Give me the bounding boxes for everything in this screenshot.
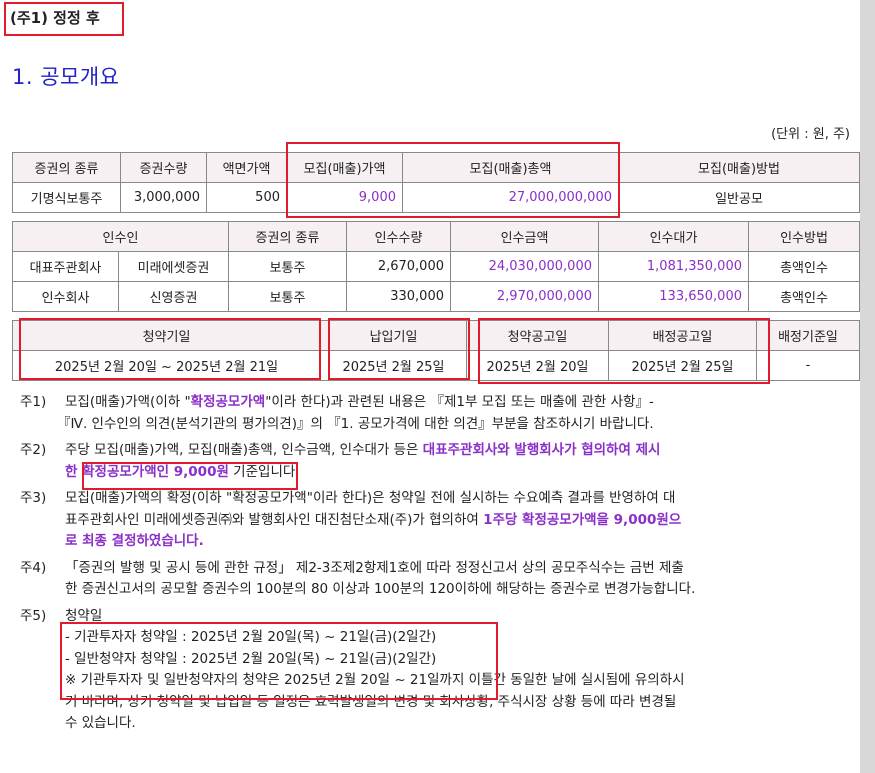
correction-tag-highlight (4, 2, 124, 36)
table-cell: 133,650,000 (598, 281, 749, 312)
table-cell: 총액인수 (748, 281, 860, 312)
table-cell: 미래에셋증권 (118, 251, 229, 282)
note-marker: 주4) (20, 559, 47, 576)
col-header: 액면가액 (206, 152, 287, 183)
table-cell: 330,000 (346, 281, 451, 312)
announcement-dates-highlight (478, 318, 770, 384)
note-highlight: 로 최종 결정하였습니다. (65, 533, 204, 549)
col-header: 배정기준일 (756, 320, 860, 351)
table-cell: 총액인수 (748, 251, 860, 282)
note-4: 주4) 「증권의 발행 및 공시 등에 관한 규정」 제2-3조제2항제1호에 … (20, 558, 800, 601)
note-text: 모집(매출)가액의 확정(이하 "확정공모가액"이라 한다)은 청약일 전에 실… (65, 490, 676, 506)
table-cell: 24,030,000,000 (450, 251, 599, 282)
payment-date-highlight (328, 318, 470, 380)
col-header: 모집(매출)방법 (618, 152, 860, 183)
note-text: 표주관회사인 미래에셋증권㈜와 발행회사인 대진첨단소재(주)가 협의하여 (65, 511, 484, 528)
table-cell: 인수회사 (12, 281, 119, 312)
note-text: 한 증권신고서의 공모할 증권수의 100분의 80 이상과 100분의 120… (65, 581, 696, 597)
note-text: 주당 모집(매출)가액, 모집(매출)총액, 인수금액, 인수대가 등은 (65, 442, 423, 458)
underwriter-table: 인수인 증권의 종류 인수수량 인수금액 인수대가 인수방법 대표주관회사 미래… (12, 221, 860, 312)
note-highlight: 1주당 확정공모가액을 9,000원으 (483, 511, 682, 528)
note-highlight: 확정공모가액 (190, 394, 266, 410)
section-title: 1. 공모개요 (12, 65, 120, 89)
note-text: 수 있습니다. (65, 715, 136, 731)
table-cell: 보통주 (228, 281, 347, 312)
table-cell: 신영증권 (118, 281, 229, 312)
note-text: 모집(매출)가액(이하 " (65, 394, 191, 410)
note-text: "이라 한다)과 관련된 내용은 『제1부 모집 또는 매출에 관한 사항』- (265, 394, 654, 410)
unit-label: (단위 : 원, 주) (771, 127, 850, 142)
table-cell: 기명식보통주 (12, 182, 121, 213)
col-header: 인수방법 (748, 221, 860, 252)
note-1: 주1) 모집(매출)가액(이하 "확정공모가액"이라 한다)과 관련된 내용은 … (20, 392, 800, 435)
subscription-dates-highlight (60, 622, 498, 700)
table-cell: 500 (206, 182, 287, 213)
col-header: 인수금액 (450, 221, 599, 252)
note-text: 『Ⅳ. 인수인의 의견(분석기관의 평가의견)』의 『1. 공모가격에 대한 의… (57, 415, 654, 432)
note-text: 「증권의 발행 및 공시 등에 관한 규정」 제2-3조제2항제1호에 따라 정… (65, 559, 684, 576)
price-total-highlight (286, 142, 620, 218)
table-cell: 보통주 (228, 251, 347, 282)
col-header: 인수대가 (598, 221, 749, 252)
note-highlight: 대표주관회사와 발행회사가 협의하여 제시 (422, 442, 661, 458)
table-cell: 2,670,000 (346, 251, 451, 282)
note-marker: 주2) (20, 442, 47, 458)
table-cell: 1,081,350,000 (598, 251, 749, 282)
table-cell: 3,000,000 (120, 182, 207, 213)
col-header: 증권수량 (120, 152, 207, 183)
col-header: 인수수량 (346, 221, 451, 252)
table-cell: 대표주관회사 (12, 251, 119, 282)
highlight-confirmed-price (82, 462, 298, 490)
col-header: 인수인 (12, 221, 229, 252)
note-marker: 주5) (20, 607, 47, 624)
table-cell: - (756, 350, 860, 381)
note-marker: 주3) (20, 490, 47, 506)
table-cell: 2,970,000,000 (450, 281, 599, 312)
document-page: (주1) 정정 후 1. 공모개요 (단위 : 원, 주) 증권의 종류 증권수… (0, 0, 860, 773)
col-header: 증권의 종류 (12, 152, 121, 183)
note-3: 주3) 모집(매출)가액의 확정(이하 "확정공모가액"이라 한다)은 청약일 … (20, 488, 800, 553)
col-header: 증권의 종류 (228, 221, 347, 252)
subscription-period-highlight (19, 318, 321, 380)
table-cell: 일반공모 (618, 182, 860, 213)
